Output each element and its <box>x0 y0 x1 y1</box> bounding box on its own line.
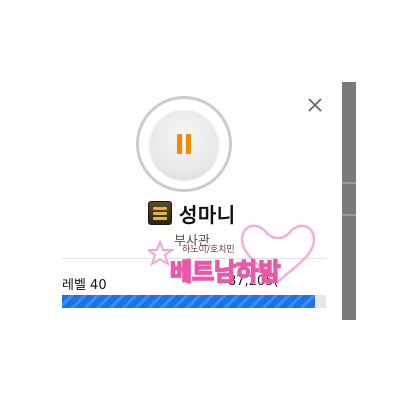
player-name: 성마니 <box>179 202 236 227</box>
close-button[interactable] <box>304 94 326 116</box>
rank-badge-icon <box>148 201 172 225</box>
pause-button[interactable] <box>136 96 232 192</box>
stage: 성마니 부사관 레벨 40 87,205( 하노이/호치민 베트남하밤 <box>0 0 400 400</box>
rank-title: 부사관 <box>174 234 210 249</box>
level-label: 레벨 40 <box>62 278 107 293</box>
divider <box>62 258 326 259</box>
pause-button-face <box>150 110 218 178</box>
xp-progress-bar <box>62 295 326 308</box>
player-name-row: 성마니 <box>148 198 236 228</box>
close-icon <box>308 98 322 112</box>
xp-text: 87,205( <box>228 274 279 289</box>
right-scrollbar[interactable] <box>342 82 356 320</box>
xp-progress-fill <box>62 295 316 308</box>
scroll-mark <box>342 214 356 216</box>
scroll-mark <box>342 182 356 184</box>
pause-icon <box>186 134 191 154</box>
pause-icon <box>177 134 182 154</box>
